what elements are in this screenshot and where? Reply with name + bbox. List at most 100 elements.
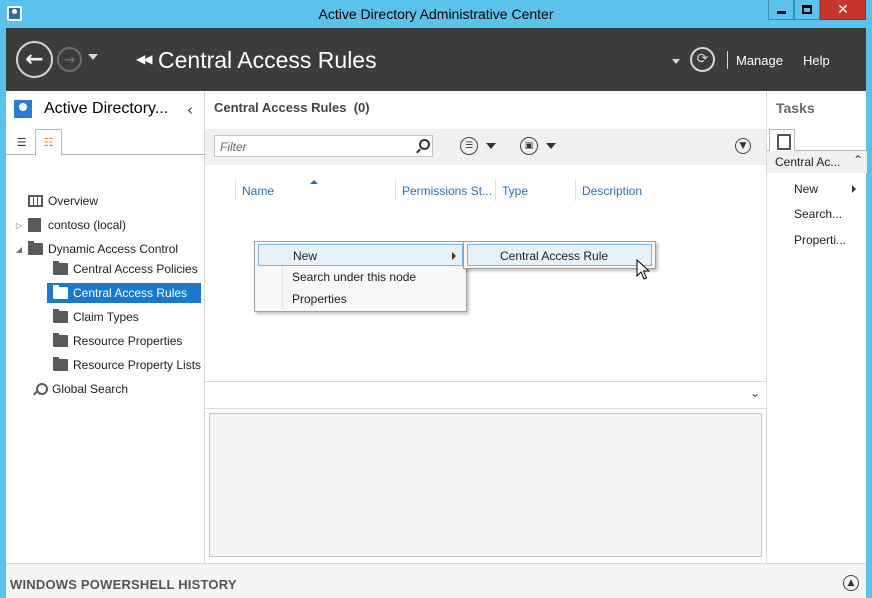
chevron-down-icon — [546, 143, 556, 149]
tasks-group-label: Central Ac... — [775, 155, 841, 169]
chevron-up-icon[interactable]: ▲ — [843, 575, 859, 591]
header-separator — [727, 51, 728, 69]
task-search[interactable]: Search... — [794, 207, 842, 221]
window-title: Active Directory Administrative Center — [318, 6, 554, 22]
tree-item-label: Overview — [48, 194, 99, 208]
tasks-title: Tasks — [776, 100, 815, 116]
context-menu-search-under-node[interactable]: Search under this node — [258, 266, 463, 288]
view-options-button[interactable]: ☰ — [460, 137, 496, 155]
context-menu: New Search under this node Properties — [254, 241, 467, 312]
submenu-arrow-icon — [452, 252, 456, 260]
folder-icon — [53, 309, 68, 323]
folder-icon — [53, 357, 68, 371]
breadcrumb-dropdown-icon[interactable] — [672, 59, 680, 64]
maximize-button[interactable] — [794, 0, 820, 20]
list-header: Name Permissions St... Type Description — [205, 179, 766, 201]
refresh-icon[interactable]: ⟳ — [690, 47, 715, 72]
tree-item-label: Resource Properties — [73, 334, 183, 348]
tree-item-label: Claim Types — [73, 310, 139, 324]
tree-view-tab[interactable]: ☷ — [35, 129, 62, 156]
forward-button[interactable]: → — [57, 47, 82, 72]
tasks-tabs — [767, 129, 867, 152]
navigation-pane: Active Directory... ‹ ☰ ☷ Overview ▷ con… — [6, 91, 205, 563]
search-icon[interactable] — [416, 139, 430, 153]
tree-item-contoso[interactable]: ▷ contoso (local) — [10, 215, 126, 235]
help-menu[interactable]: Help — [803, 53, 830, 68]
list-view-tab[interactable]: ☰ — [8, 129, 35, 155]
item-count: (0) — [353, 100, 370, 115]
folder-icon — [28, 241, 43, 255]
menu-item-label: Central Access Rule — [500, 249, 609, 263]
forward-arrow-icon: → — [63, 51, 76, 68]
column-name[interactable]: Name — [235, 179, 395, 201]
tree-item-label: Resource Property Lists — [73, 358, 202, 372]
tree-item-resource-property-lists[interactable]: Resource Property Lists — [47, 355, 201, 375]
column-permissions-status[interactable]: Permissions St... — [395, 179, 495, 201]
navigation-title: Active Directory... — [44, 100, 169, 117]
ad-user-icon — [14, 100, 32, 118]
filter-placeholder: Filter — [220, 140, 247, 154]
content-title: Central Access Rules (0) — [214, 100, 370, 115]
tree-view-icon: ☷ — [43, 137, 54, 149]
navigation-view-tabs: ☰ ☷ — [6, 129, 205, 156]
content-title-text: Central Access Rules — [214, 100, 347, 115]
main-window: ← → ◀◀ Central Access Rules ⟳ Manage Hel… — [6, 28, 867, 598]
task-properties[interactable]: Properti... — [794, 233, 846, 247]
content-toolbar: Filter ☰ ▣ ▼ — [205, 129, 766, 165]
content-pane: Central Access Rules (0) Filter ☰ ▣ ▼ Na… — [205, 91, 766, 563]
column-type[interactable]: Type — [495, 179, 575, 201]
filter-input[interactable]: Filter — [214, 135, 433, 157]
tree-item-label: contoso (local) — [48, 218, 127, 232]
tree-item-global-search[interactable]: Global Search — [22, 379, 128, 399]
tasks-group-header[interactable]: Central Ac... ⌃ — [767, 151, 867, 173]
back-button[interactable]: ← — [16, 41, 53, 78]
tree-item-label: Central Access Rules — [73, 286, 188, 300]
back-arrow-icon: ← — [25, 46, 44, 72]
breadcrumb-title[interactable]: Central Access Rules — [158, 47, 377, 74]
details-splitter[interactable]: ⌄ — [205, 381, 766, 409]
list-options-icon: ☰ — [460, 137, 478, 155]
chevron-down-icon[interactable]: ⌄ — [750, 386, 760, 400]
tree-item-label: Central Access Policies — [73, 262, 198, 276]
domain-icon — [28, 218, 41, 232]
tree-item-label: Dynamic Access Control — [48, 242, 179, 256]
submenu-central-access-rule[interactable]: Central Access Rule — [467, 244, 652, 266]
collapse-icon[interactable]: ‹ — [187, 101, 193, 119]
folder-icon — [53, 285, 68, 299]
save-query-button[interactable]: ▣ — [520, 137, 556, 155]
manage-menu[interactable]: Manage — [736, 53, 783, 68]
menu-item-label: Properties — [292, 292, 347, 306]
tree-item-central-access-rules[interactable]: Central Access Rules — [47, 283, 201, 303]
expand-filter-icon[interactable]: ▼ — [735, 138, 751, 154]
folder-icon — [53, 333, 68, 347]
clipboard-icon[interactable] — [769, 129, 795, 152]
tree-item-dynamic-access-control[interactable]: ◢ Dynamic Access Control — [10, 239, 178, 259]
history-dropdown-icon[interactable] — [88, 54, 98, 60]
expand-icon[interactable]: ▷ — [10, 221, 28, 230]
close-icon: ✕ — [837, 1, 849, 18]
powershell-history-bar[interactable]: WINDOWS POWERSHELL HISTORY ▲ — [6, 563, 866, 598]
task-new[interactable]: New — [794, 182, 818, 196]
menu-item-label: Search under this node — [292, 270, 417, 284]
context-menu-properties[interactable]: Properties — [258, 288, 463, 310]
maximize-icon — [802, 5, 812, 14]
header-bar: ← → ◀◀ Central Access Rules ⟳ Manage Hel… — [6, 28, 866, 91]
close-button[interactable]: ✕ — [820, 0, 866, 20]
tree-item-central-access-policies[interactable]: Central Access Policies — [47, 259, 198, 279]
list-view-icon: ☰ — [16, 136, 27, 149]
mouse-cursor-icon — [636, 259, 650, 280]
minimize-button[interactable] — [768, 0, 794, 20]
submenu-arrow-icon — [852, 185, 856, 193]
tree-item-resource-properties[interactable]: Resource Properties — [47, 331, 182, 351]
tasks-pane: Tasks Central Ac... ⌃ New Search... Prop… — [766, 91, 867, 563]
column-description[interactable]: Description — [575, 179, 735, 201]
details-pane — [209, 413, 762, 557]
chevron-up-icon[interactable]: ⌃ — [853, 153, 863, 167]
tree-item-claim-types[interactable]: Claim Types — [47, 307, 139, 327]
collapse-tree-icon[interactable]: ◢ — [10, 245, 28, 254]
context-submenu: Central Access Rule — [463, 241, 656, 269]
window-controls: ✕ — [768, 0, 866, 20]
tree-item-overview[interactable]: Overview — [16, 191, 98, 211]
context-menu-new[interactable]: New — [258, 244, 463, 266]
breadcrumb-arrows-icon[interactable]: ◀◀ — [136, 52, 153, 66]
